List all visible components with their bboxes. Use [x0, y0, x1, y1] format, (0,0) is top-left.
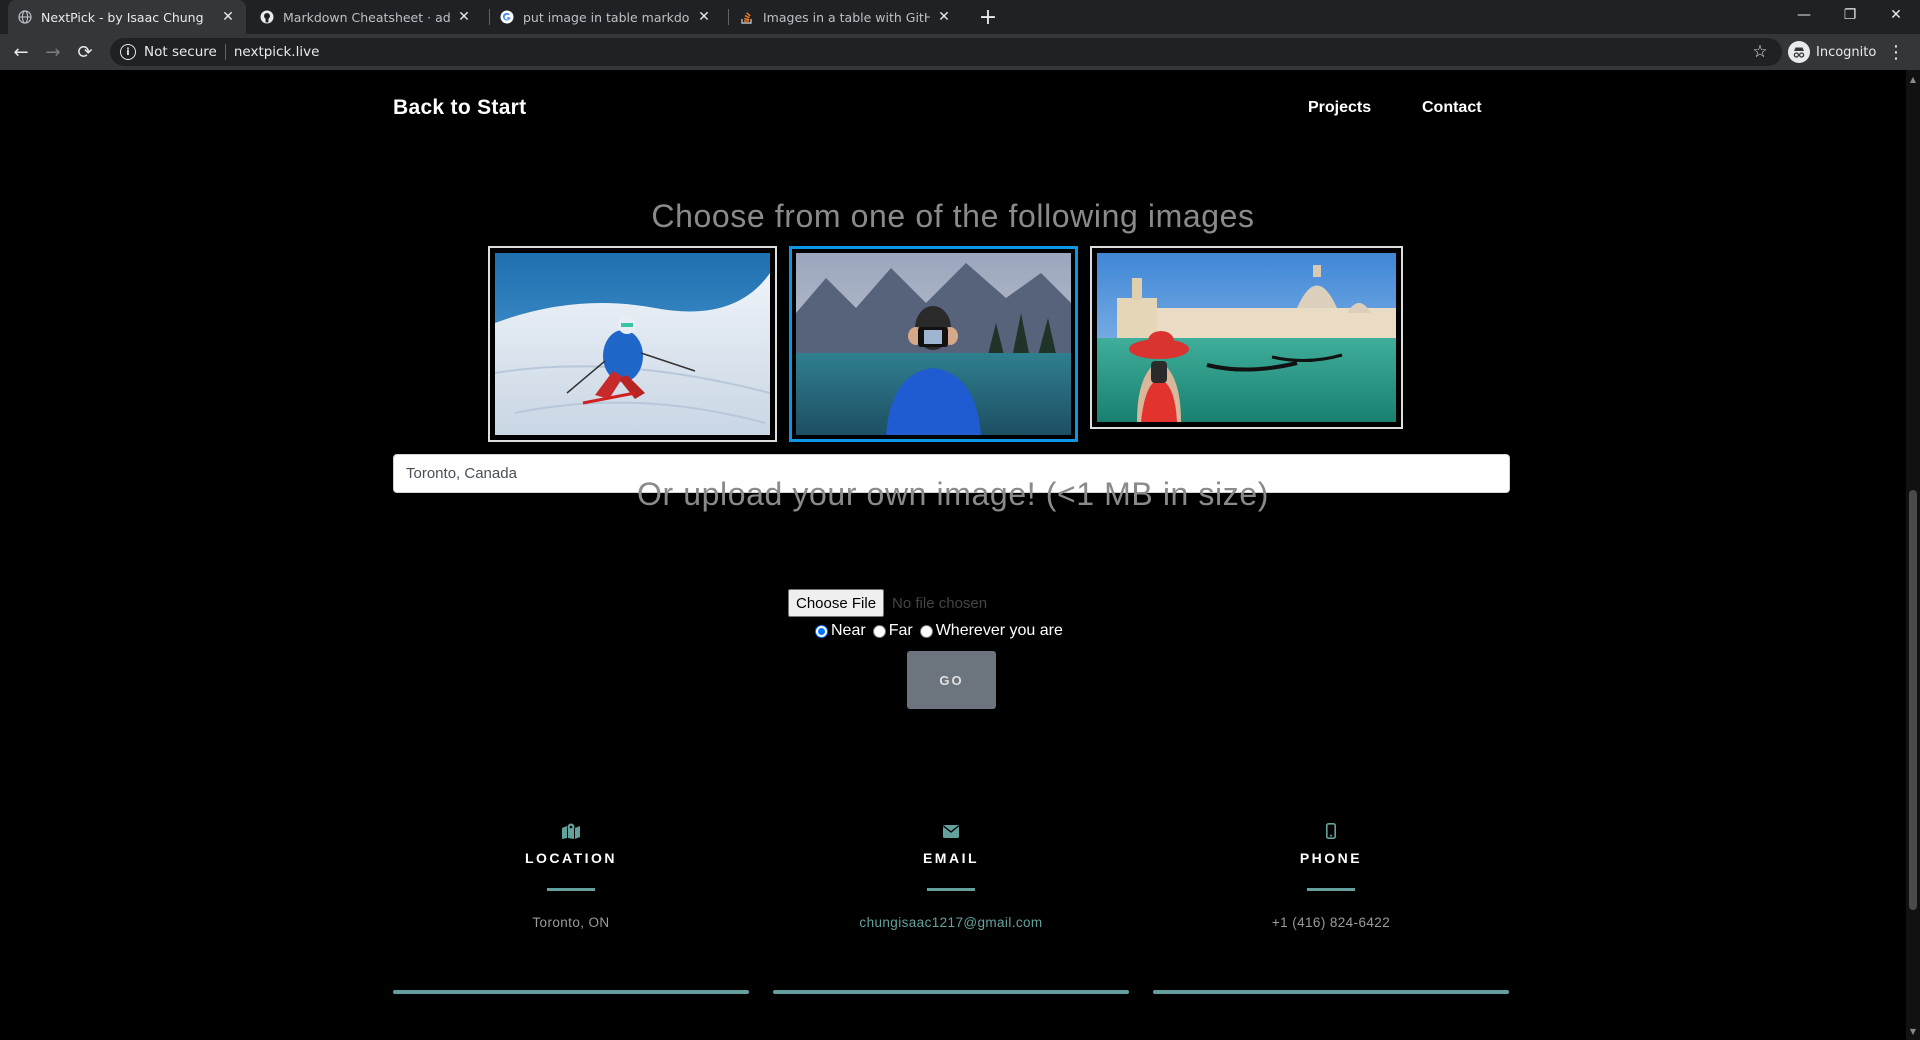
page-content: Back to Start Projects Contact Choose fr…	[0, 70, 1906, 1040]
new-tab-button[interactable]: +	[976, 5, 1000, 30]
image-option-venice[interactable]	[1090, 246, 1403, 429]
contact-card-border	[773, 990, 1129, 994]
browser-tab-bar: NextPick - by Isaac Chung ✕ Markdown Che…	[0, 0, 1920, 34]
scrollbar-thumb[interactable]	[1909, 490, 1917, 910]
contact-title: PHONE	[1299, 850, 1363, 866]
minimize-window-icon[interactable]: —	[1782, 0, 1826, 30]
github-icon	[260, 10, 274, 24]
venice-image	[1097, 253, 1396, 422]
contact-value: +1 (416) 824-6422	[1271, 915, 1391, 930]
globe-icon	[18, 10, 32, 24]
choose-image-heading: Choose from one of the following images	[651, 198, 1255, 234]
url-text[interactable]: nextpick.live	[234, 44, 320, 60]
address-bar[interactable]: i Not secure nextpick.live	[110, 38, 1782, 66]
no-file-chosen-label: No file chosen	[892, 594, 988, 612]
image-option-lake-selfie[interactable]	[789, 246, 1078, 442]
back-arrow-icon[interactable]: ←	[8, 39, 34, 65]
incognito-icon	[1788, 41, 1810, 63]
restore-window-icon[interactable]: ❐	[1828, 0, 1872, 30]
contact-divider	[547, 888, 595, 891]
skier-image	[495, 253, 770, 435]
scroll-up-arrow-icon[interactable]: ▲	[1906, 72, 1920, 86]
contact-email: EMAIL chungisaac1217@gmail.com	[773, 820, 1129, 930]
radio-far[interactable]	[872, 624, 886, 638]
back-to-start-link[interactable]: Back to Start	[393, 96, 526, 120]
radio-far-label: Far	[888, 622, 913, 639]
contact-divider	[1307, 888, 1355, 891]
security-label[interactable]: Not secure	[144, 44, 217, 60]
contact-card-border	[393, 990, 749, 994]
address-divider	[224, 44, 226, 60]
tab-title: Images in a table with GitHub ma	[763, 9, 930, 25]
image-option-skier[interactable]	[488, 246, 777, 442]
contact-title: LOCATION	[524, 850, 618, 866]
contact-divider	[927, 888, 975, 891]
info-icon[interactable]: i	[120, 44, 136, 60]
radio-wherever[interactable]	[919, 624, 933, 638]
close-tab-icon[interactable]: ✕	[220, 9, 236, 25]
nav-link-projects[interactable]: Projects	[1308, 99, 1371, 117]
close-tab-icon[interactable]: ✕	[696, 9, 712, 25]
close-tab-icon[interactable]: ✕	[936, 9, 952, 25]
lake-selfie-image	[796, 253, 1071, 435]
email-link[interactable]: chungisaac1217@gmail.com	[773, 915, 1129, 930]
kebab-menu-icon[interactable]: ⋮	[1886, 39, 1906, 65]
tab-title: Markdown Cheatsheet · adam-p/	[283, 9, 450, 25]
profile-label: Incognito	[1816, 44, 1877, 60]
envelope-icon	[773, 820, 1129, 842]
incognito-profile[interactable]: Incognito	[1788, 40, 1876, 64]
tab-google-search[interactable]: put image in table markdown - G ✕	[490, 0, 722, 34]
contact-title: EMAIL	[922, 850, 980, 866]
tab-nextpick[interactable]: NextPick - by Isaac Chung ✕	[8, 0, 246, 34]
file-upload-control: Choose File No file chosen	[788, 588, 987, 618]
mobile-phone-icon	[1153, 820, 1509, 842]
scroll-down-arrow-icon[interactable]: ▼	[1906, 1024, 1920, 1038]
tab-title: NextPick - by Isaac Chung	[41, 9, 204, 25]
reload-icon[interactable]: ⟳	[72, 39, 98, 65]
close-tab-icon[interactable]: ✕	[456, 9, 472, 25]
radio-wherever-label: Wherever you are	[935, 622, 1063, 639]
browser-toolbar: ← → ⟳ i Not secure nextpick.live ☆ Incog…	[0, 34, 1920, 70]
tab-markdown-cheatsheet[interactable]: Markdown Cheatsheet · adam-p/ ✕	[250, 0, 482, 34]
bookmark-star-icon[interactable]: ☆	[1748, 39, 1772, 65]
close-window-icon[interactable]: ✕	[1874, 0, 1918, 30]
tab-separator	[728, 9, 729, 25]
radio-near[interactable]	[815, 624, 828, 638]
contact-value: Toronto, ON	[532, 915, 610, 930]
page-scrollbar[interactable]: ▲ ▼	[1906, 70, 1920, 1040]
go-button[interactable]: GO	[907, 651, 996, 709]
google-icon	[500, 10, 514, 24]
tab-stackoverflow[interactable]: Images in a table with GitHub ma ✕	[730, 0, 962, 34]
nav-link-contact[interactable]: Contact	[1422, 99, 1482, 117]
contact-location: LOCATION Toronto, ON	[393, 820, 749, 930]
contact-card-border	[1153, 990, 1509, 994]
site-navbar: Back to Start Projects Contact	[393, 96, 1509, 126]
tab-title: put image in table markdown - G	[523, 9, 690, 25]
forward-arrow-icon[interactable]: →	[40, 39, 66, 65]
map-marked-icon	[393, 820, 749, 842]
choose-file-button[interactable]: Choose File	[788, 589, 885, 617]
contact-phone: PHONE +1 (416) 824-6422	[1153, 820, 1509, 930]
upload-heading: Or upload your own image! (<1 MB in size…	[637, 476, 1269, 512]
stackoverflow-icon	[740, 10, 754, 24]
distance-radio-group: Near Far Wherever you are	[813, 619, 1068, 643]
radio-near-label: Near	[831, 622, 866, 639]
